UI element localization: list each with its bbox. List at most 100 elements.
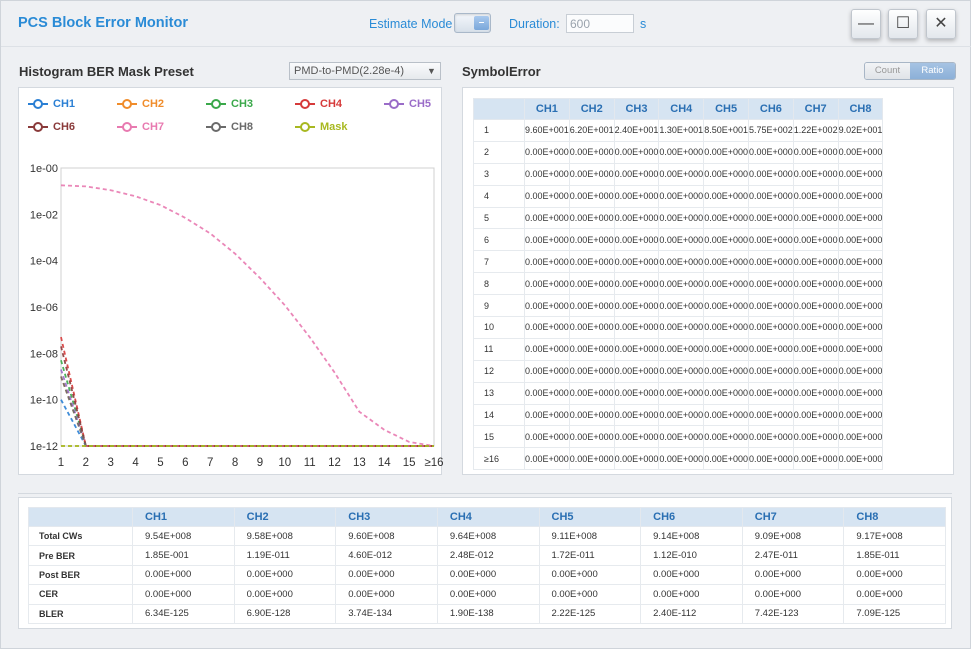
count-ratio-switch[interactable]: Count Ratio [864,62,956,80]
table-cell: 0.00E+000 [703,228,749,252]
table-cell: 9.54E+008 [132,525,235,547]
row-label: 1 [473,119,525,142]
table-cell: 6.90E-128 [233,603,337,624]
row-label: 5 [473,206,525,230]
table-cell: 1.12E-010 [640,545,743,566]
column-header: CH2 [568,98,615,120]
table-cell: 0.00E+000 [792,316,839,339]
row-label: 15 [473,425,525,449]
table-header-row: CH1 CH2 CH3 CH4 CH5 CH6 CH7 CH8 [473,98,884,120]
table-row: 7 0.00E+000 0.00E+000 0.00E+000 0.00E+000 0.0… [473,250,884,274]
y-tick-label: 1e-06 [30,302,58,314]
table-cell: 4.60E-012 [335,545,438,566]
table-cell: 0.00E+000 [613,447,660,471]
row-label: 9 [473,294,525,318]
duration-input[interactable] [566,14,634,33]
duration-unit: s [640,17,647,31]
table-cell: 0.00E+000 [837,403,884,427]
symbol-error-title: SymbolError [462,64,541,79]
table-cell: 0.00E+000 [837,425,884,449]
table-cell: 0.00E+000 [703,250,749,274]
table-row: 11 0.00E+000 0.00E+000 0.00E+000 0.00E+000 0.… [473,337,884,361]
title-bar: PCS Block Error Monitor Estimate Mode – … [1,1,971,47]
table-cell: 0.00E+000 [613,140,660,164]
table-cell: 0.00E+000 [568,381,615,405]
x-tick-label: 9 [257,457,263,469]
duration-label: Duration: [509,17,560,31]
table-cell: 0.00E+000 [436,564,540,586]
table-cell: 0.00E+000 [703,184,749,208]
minimize-button[interactable]: — [851,9,881,39]
x-tick-label: ≥16 [424,457,443,469]
table-cell: 0.00E+000 [792,250,839,274]
ber-mask-preset-select[interactable]: PMD-to-PMD(2.28e-4) ▼ [289,62,441,80]
column-header: CH4 [436,507,540,527]
table-cell: 0.00E+000 [703,316,749,339]
close-button[interactable]: ✕ [926,9,956,39]
maximize-button[interactable]: ☐ [888,9,918,39]
x-tick-label: 1 [58,457,64,469]
table-cell: 0.00E+000 [640,564,743,586]
count-option[interactable]: Count [865,63,910,79]
table-row: 1 9.60E+001 6.20E+001 2.40E+001 1.30E+001 8.5… [473,119,884,142]
table-row: 5 0.00E+000 0.00E+000 0.00E+000 0.00E+000 0.0… [473,206,884,230]
ratio-option[interactable]: Ratio [910,63,955,79]
table-cell: 1.85E-011 [843,545,946,566]
column-header: CH6 [640,507,743,527]
table-cell: 9.02E+001 [837,119,884,142]
table-cell: 0.00E+000 [568,316,615,339]
table-row: 8 0.00E+000 0.00E+000 0.00E+000 0.00E+000 0.0… [473,272,884,296]
preset-value: PMD-to-PMD(2.28e-4) [294,65,405,77]
divider [18,493,952,494]
table-cell: 0.00E+000 [524,272,570,296]
table-cell: 7.09E-125 [843,603,946,624]
table-cell: 0.00E+000 [335,584,438,605]
chevron-down-icon: ▼ [427,66,436,76]
x-tick-label: 13 [353,457,366,469]
table-cell: 0.00E+000 [703,272,749,296]
table-cell: 9.64E+008 [436,525,540,547]
table-row: Pre BER 1.85E-001 1.19E-011 4.60E-012 2.48E-… [28,545,946,566]
table-cell: 0.00E+000 [658,381,705,405]
table-cell: 9.58E+008 [233,525,337,547]
table-cell: 8.50E+001 [703,119,749,142]
table-cell: 0.00E+000 [658,403,705,427]
table-cell: 0.00E+000 [658,140,705,164]
series-line-ch4 [60,336,434,447]
table-row: 13 0.00E+000 0.00E+000 0.00E+000 0.00E+000 0.… [473,381,884,405]
row-label: Post BER [28,564,133,586]
table-cell: 2.40E+001 [613,119,660,142]
table-cell: 3.74E-134 [335,603,438,624]
table-row: 15 0.00E+000 0.00E+000 0.00E+000 0.00E+000 0.… [473,425,884,449]
table-cell: 0.00E+000 [568,184,615,208]
table-cell: 0.00E+000 [747,140,794,164]
table-cell: 0.00E+000 [703,294,749,318]
row-label: 13 [473,381,525,405]
table-cell: 0.00E+000 [613,272,660,296]
table-row: 6 0.00E+000 0.00E+000 0.00E+000 0.00E+000 0.0… [473,228,884,252]
table-cell: 0.00E+000 [524,337,570,361]
table-cell: 6.20E+001 [568,119,615,142]
estimate-mode-toggle[interactable]: – [454,13,491,33]
table-cell: 1.22E+002 [792,119,839,142]
column-header: CH7 [792,98,839,120]
table-cell: 0.00E+000 [792,447,839,471]
row-label: 12 [473,359,525,383]
table-cell: 2.48E-012 [436,545,540,566]
table-cell: 1.85E-001 [132,545,235,566]
table-cell: 0.00E+000 [792,184,839,208]
x-tick-label: 11 [304,457,316,469]
x-tick-label: 15 [403,457,416,469]
column-header: CH8 [843,507,946,527]
x-tick-label: 2 [83,457,89,469]
table-cell: 0.00E+000 [837,447,884,471]
table-cell: 0.00E+000 [568,403,615,427]
row-label: CER [28,584,133,605]
table-cell: 0.00E+000 [837,162,884,186]
series-line-ch6 [60,346,434,447]
table-cell: 0.00E+000 [524,403,570,427]
table-cell: 7.42E-123 [741,603,845,624]
table-cell: 0.00E+000 [613,294,660,318]
table-cell: 0.00E+000 [658,425,705,449]
table-cell: 0.00E+000 [747,184,794,208]
